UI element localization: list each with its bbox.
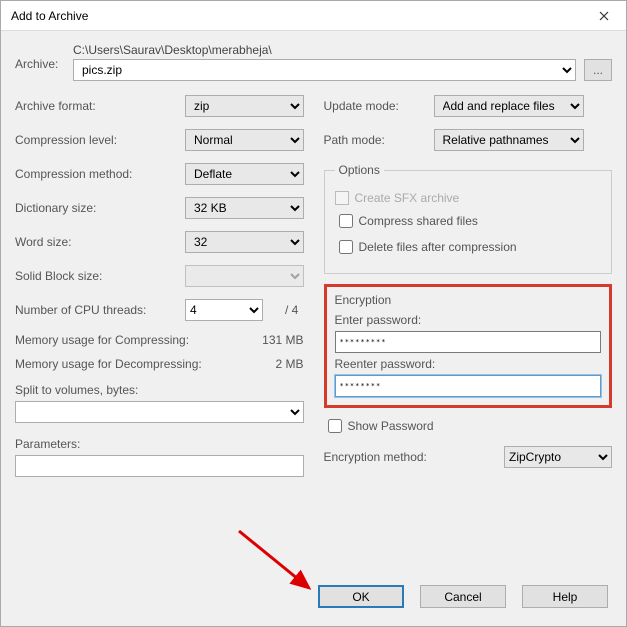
- sfx-row: Create SFX archive: [335, 191, 602, 205]
- split-volumes-label: Split to volumes, bytes:: [15, 383, 304, 397]
- dialog-buttons: OK Cancel Help: [318, 585, 608, 608]
- help-button[interactable]: Help: [522, 585, 608, 608]
- mem-decompress-value: 2 MB: [275, 357, 303, 371]
- encryption-method-label: Encryption method:: [324, 450, 505, 464]
- delete-after-checkbox[interactable]: [339, 240, 353, 254]
- cpu-threads-label: Number of CPU threads:: [15, 303, 185, 317]
- path-mode-select[interactable]: Relative pathnames: [434, 129, 584, 151]
- browse-button[interactable]: ...: [584, 59, 612, 81]
- archive-format-label: Archive format:: [15, 99, 185, 113]
- compress-shared-label: Compress shared files: [359, 214, 478, 228]
- dictionary-size-label: Dictionary size:: [15, 201, 185, 215]
- dialog-window: Add to Archive Archive: C:\Users\Saurav\…: [0, 0, 627, 627]
- mem-compress-label: Memory usage for Compressing:: [15, 333, 189, 347]
- encryption-method-select[interactable]: ZipCrypto: [504, 446, 612, 468]
- parameters-input[interactable]: [15, 455, 304, 477]
- reenter-password-input[interactable]: [335, 375, 602, 397]
- right-column: Update mode: Add and replace files Path …: [324, 95, 613, 477]
- compression-method-label: Compression method:: [15, 167, 185, 181]
- titlebar: Add to Archive: [1, 1, 626, 31]
- archive-path: C:\Users\Saurav\Desktop\merabheja\: [73, 43, 612, 57]
- encryption-highlight: Encryption Enter password: Reenter passw…: [324, 284, 613, 408]
- archive-label: Archive:: [15, 43, 73, 71]
- encryption-legend: Encryption: [335, 293, 602, 307]
- split-volumes-select[interactable]: [15, 401, 304, 423]
- path-mode-label: Path mode:: [324, 133, 434, 147]
- cpu-threads-total: / 4: [285, 303, 298, 317]
- archive-row: Archive: C:\Users\Saurav\Desktop\merabhe…: [15, 43, 612, 81]
- show-password-checkbox[interactable]: [328, 419, 342, 433]
- close-button[interactable]: [582, 1, 626, 31]
- ok-button[interactable]: OK: [318, 585, 404, 608]
- window-title: Add to Archive: [11, 9, 582, 23]
- show-password-label: Show Password: [348, 419, 434, 433]
- annotation-arrow-icon: [234, 526, 324, 606]
- mem-compress-value: 131 MB: [262, 333, 303, 347]
- compression-level-select[interactable]: Normal: [185, 129, 304, 151]
- dictionary-size-select[interactable]: 32 KB: [185, 197, 304, 219]
- solid-block-size-label: Solid Block size:: [15, 269, 185, 283]
- sfx-label: Create SFX archive: [355, 191, 460, 205]
- update-mode-label: Update mode:: [324, 99, 434, 113]
- cancel-button[interactable]: Cancel: [420, 585, 506, 608]
- archive-format-select[interactable]: zip: [185, 95, 304, 117]
- reenter-password-label: Reenter password:: [335, 357, 602, 371]
- options-legend: Options: [335, 163, 384, 177]
- solid-block-size-select: [185, 265, 304, 287]
- content: Archive: C:\Users\Saurav\Desktop\merabhe…: [1, 31, 626, 477]
- update-mode-select[interactable]: Add and replace files: [434, 95, 584, 117]
- parameters-label: Parameters:: [15, 437, 304, 451]
- delete-after-label: Delete files after compression: [359, 240, 517, 254]
- archive-filename-select[interactable]: pics.zip: [73, 59, 576, 81]
- cpu-threads-select[interactable]: 4: [185, 299, 263, 321]
- compression-level-label: Compression level:: [15, 133, 185, 147]
- compress-shared-checkbox[interactable]: [339, 214, 353, 228]
- sfx-checkbox: [335, 191, 349, 205]
- compression-method-select[interactable]: Deflate: [185, 163, 304, 185]
- mem-decompress-label: Memory usage for Decompressing:: [15, 357, 202, 371]
- enter-password-input[interactable]: [335, 331, 602, 353]
- word-size-select[interactable]: 32: [185, 231, 304, 253]
- options-group: Options Create SFX archive Compress shar…: [324, 163, 613, 274]
- enter-password-label: Enter password:: [335, 313, 602, 327]
- left-column: Archive format: zip Compression level: N…: [15, 95, 304, 477]
- close-icon: [599, 11, 609, 21]
- word-size-label: Word size:: [15, 235, 185, 249]
